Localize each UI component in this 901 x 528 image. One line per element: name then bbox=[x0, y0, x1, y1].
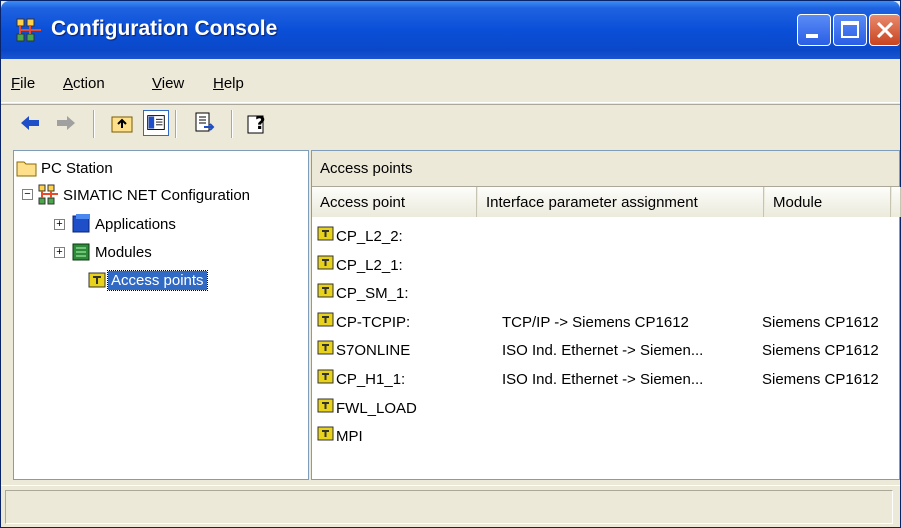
tree-pane[interactable]: PC Station − SIMATIC NET Configuration +… bbox=[13, 150, 309, 480]
access-point-icon bbox=[317, 369, 334, 384]
menu-bar: File Action View Help bbox=[1, 63, 900, 103]
table-row[interactable]: CP-TCPIP: TCP/IP -> Siemens CP1612 Siemens… bbox=[312, 308, 899, 337]
tree-node-access-points[interactable]: Access points bbox=[86, 267, 208, 293]
access-point-name: MPI bbox=[336, 428, 363, 446]
tree-node-pc-station[interactable]: PC Station bbox=[16, 155, 116, 181]
access-point-name: CP_H1_1: bbox=[336, 371, 406, 388]
close-button[interactable] bbox=[869, 14, 900, 46]
access-point-icon bbox=[317, 426, 334, 441]
configuration-console-window: Configuration Console File Action View H… bbox=[0, 0, 901, 528]
menu-help[interactable]: Help bbox=[213, 75, 244, 92]
module-name: Siemens CP1612 bbox=[762, 371, 879, 388]
tree-node-applications[interactable]: Applications bbox=[70, 211, 179, 237]
access-point-name: CP-TCPIP: bbox=[336, 313, 411, 331]
column-header-access-point[interactable]: Access point bbox=[312, 187, 477, 217]
modules-icon bbox=[72, 243, 90, 261]
collapse-config-expander[interactable]: − bbox=[22, 189, 33, 200]
toolbar: ? bbox=[1, 104, 900, 142]
list-pane: Access points Access point Interface par… bbox=[311, 150, 901, 480]
tree-node-modules[interactable]: Modules bbox=[70, 239, 155, 265]
table-row[interactable]: S7ONLINE ISO Ind. Ethernet -> Siemen... Si… bbox=[312, 336, 899, 365]
folder-up-icon[interactable] bbox=[109, 110, 135, 136]
table-row[interactable]: FWL_LOAD bbox=[312, 394, 899, 423]
module-name: Siemens CP1612 bbox=[762, 313, 879, 331]
column-header-module[interactable]: Module bbox=[765, 187, 891, 217]
forward-arrow-icon[interactable] bbox=[53, 110, 79, 136]
applications-icon bbox=[72, 214, 90, 233]
interface-assignment: ISO Ind. Ethernet -> Siemen... bbox=[502, 371, 704, 388]
access-point-name: CP_SM_1: bbox=[336, 285, 409, 303]
minimize-icon bbox=[806, 34, 818, 38]
access-point-icon bbox=[317, 255, 334, 270]
access-point-icon bbox=[317, 340, 334, 355]
access-point-name: FWL_LOAD bbox=[336, 399, 417, 417]
access-point-icon bbox=[317, 226, 334, 241]
column-header-assignment[interactable]: Interface parameter assignment bbox=[478, 187, 764, 217]
interface-assignment: TCP/IP -> Siemens CP1612 bbox=[502, 313, 689, 331]
close-icon bbox=[876, 21, 894, 39]
column-headers: Access point Interface parameter assignm… bbox=[312, 187, 901, 217]
tree-node-simatic-net[interactable]: SIMATIC NET Configuration bbox=[38, 182, 253, 208]
toolbar-separator bbox=[231, 110, 233, 138]
expand-modules-expander[interactable]: + bbox=[54, 247, 65, 258]
help-icon[interactable]: ? bbox=[245, 110, 271, 136]
access-point-icon bbox=[317, 398, 334, 413]
menu-file-rest: ile bbox=[20, 75, 36, 92]
window-title: Configuration Console bbox=[51, 17, 278, 40]
maximize-button[interactable] bbox=[833, 14, 867, 46]
access-point-icon bbox=[88, 272, 106, 288]
title-bar[interactable]: Configuration Console bbox=[1, 1, 900, 59]
table-row[interactable]: CP_H1_1: ISO Ind. Ethernet -> Siemen... Si… bbox=[312, 365, 899, 394]
folder-icon bbox=[16, 161, 37, 177]
expand-applications-expander[interactable]: + bbox=[54, 219, 65, 230]
access-point-name: S7ONLINE bbox=[336, 342, 411, 360]
status-panel bbox=[5, 490, 893, 524]
status-bar bbox=[1, 485, 900, 527]
table-row[interactable]: CP_L2_1: bbox=[312, 251, 899, 280]
network-config-icon bbox=[38, 184, 58, 205]
access-point-icon bbox=[317, 312, 334, 327]
access-point-icon bbox=[317, 283, 334, 298]
minimize-button[interactable] bbox=[797, 14, 831, 46]
menu-view[interactable]: View bbox=[152, 75, 184, 92]
menu-file[interactable]: File bbox=[11, 75, 35, 92]
toolbar-separator bbox=[93, 110, 95, 138]
toolbar-separator bbox=[175, 110, 177, 138]
maximize-icon bbox=[841, 21, 859, 38]
module-name: Siemens CP1612 bbox=[762, 342, 879, 360]
back-arrow-icon[interactable] bbox=[17, 110, 43, 136]
interface-assignment: ISO Ind. Ethernet -> Siemen... bbox=[502, 342, 704, 360]
table-row[interactable]: CP_L2_2: bbox=[312, 222, 899, 251]
export-list-icon[interactable] bbox=[191, 110, 217, 136]
access-point-name: CP_L2_2: bbox=[336, 228, 403, 245]
svg-text:?: ? bbox=[255, 113, 265, 134]
table-row[interactable]: CP_SM_1: bbox=[312, 279, 899, 308]
network-config-icon bbox=[16, 18, 41, 42]
column-header-empty bbox=[892, 187, 901, 217]
list-pane-title: Access points bbox=[312, 151, 899, 187]
access-point-name: CP_L2_1: bbox=[336, 256, 403, 274]
table-row[interactable]: MPI bbox=[312, 422, 899, 451]
show-hide-tree-icon[interactable] bbox=[143, 110, 169, 136]
menu-action[interactable]: Action bbox=[63, 75, 105, 92]
